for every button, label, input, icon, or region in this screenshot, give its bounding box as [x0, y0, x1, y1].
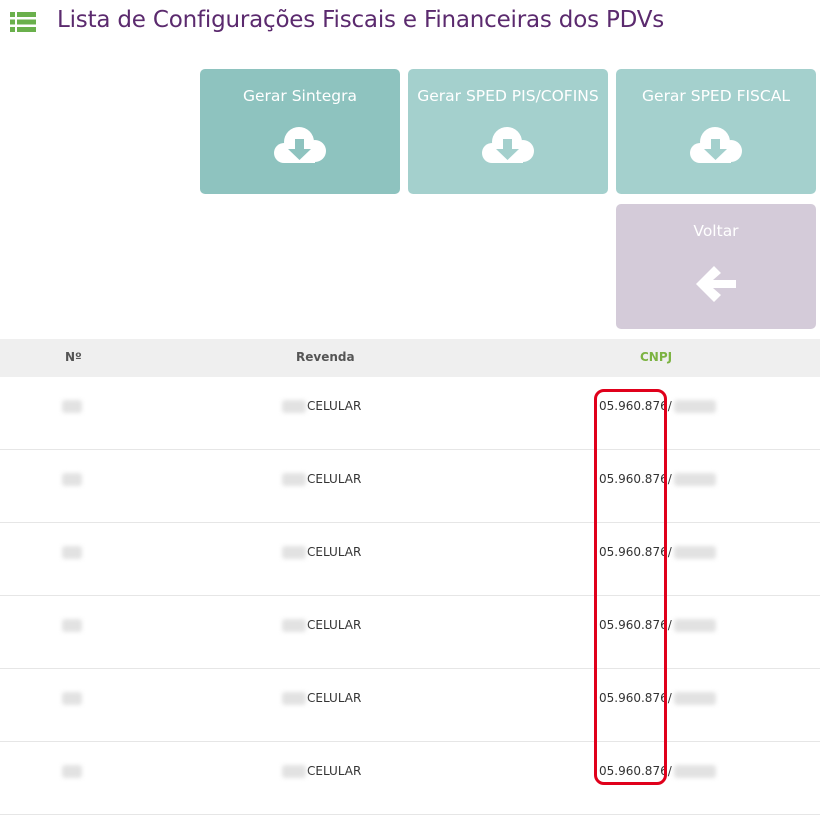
- column-header-revenda[interactable]: Revenda: [296, 350, 355, 364]
- revenda-text: CELULAR: [307, 472, 362, 486]
- generate-sped-pis-cofins-button[interactable]: Gerar SPED PIS/COFINS: [408, 69, 608, 194]
- revenda-cell: CELULAR: [282, 545, 361, 559]
- generate-sped-fiscal-button[interactable]: Gerar SPED FISCAL: [616, 69, 816, 194]
- table-row[interactable]: CELULAR 05.960.876/: [0, 450, 820, 523]
- button-label: Gerar SPED PIS/COFINS: [417, 87, 599, 105]
- table-header: Nº Revenda CNPJ: [0, 339, 820, 377]
- generate-sintegra-button[interactable]: Gerar Sintegra: [200, 69, 400, 194]
- cnpj-text: 05.960.876/: [599, 618, 672, 632]
- redacted-value: [282, 765, 306, 778]
- redacted-value: [282, 473, 306, 486]
- table-body: CELULAR 05.960.876/CELULAR 05.960.876/CELU…: [0, 377, 820, 815]
- revenda-text: CELULAR: [307, 691, 362, 705]
- revenda-cell: CELULAR: [282, 691, 361, 705]
- cnpj-text: 05.960.876/: [599, 691, 672, 705]
- redacted-value: [282, 619, 306, 632]
- cloud-download-icon: [482, 127, 534, 163]
- redacted-value: [282, 692, 306, 705]
- back-button[interactable]: Voltar: [616, 204, 816, 329]
- row-number: [62, 691, 82, 705]
- redacted-value: [673, 546, 716, 559]
- cnpj-text: 05.960.876/: [599, 472, 672, 486]
- redacted-value: [62, 619, 82, 632]
- redacted-value: [62, 400, 82, 413]
- redacted-value: [282, 400, 306, 413]
- redacted-value: [62, 546, 82, 559]
- revenda-cell: CELULAR: [282, 618, 361, 632]
- page-title: Lista de Configurações Fiscais e Finance…: [57, 7, 665, 33]
- cnpj-cell: 05.960.876/: [599, 399, 716, 413]
- revenda-text: CELULAR: [307, 399, 362, 413]
- revenda-text: CELULAR: [307, 545, 362, 559]
- cnpj-text: 05.960.876/: [599, 545, 672, 559]
- button-label: Gerar SPED FISCAL: [642, 87, 790, 105]
- redacted-value: [673, 619, 716, 632]
- redacted-value: [673, 473, 716, 486]
- revenda-text: CELULAR: [307, 764, 362, 778]
- pdv-config-table: Nº Revenda CNPJ CELULAR 05.960.876/CELULA…: [0, 339, 820, 815]
- table-row[interactable]: CELULAR 05.960.876/: [0, 669, 820, 742]
- row-number: [62, 472, 82, 486]
- cnpj-text: 05.960.876/: [599, 399, 672, 413]
- row-number: [62, 764, 82, 778]
- revenda-cell: CELULAR: [282, 472, 361, 486]
- revenda-cell: CELULAR: [282, 399, 361, 413]
- revenda-text: CELULAR: [307, 618, 362, 632]
- table-row[interactable]: CELULAR 05.960.876/: [0, 523, 820, 596]
- arrow-left-icon: [696, 266, 736, 302]
- cnpj-cell: 05.960.876/: [599, 545, 716, 559]
- table-row[interactable]: CELULAR 05.960.876/: [0, 596, 820, 669]
- cloud-download-icon: [690, 127, 742, 163]
- row-number: [62, 618, 82, 632]
- cnpj-cell: 05.960.876/: [599, 691, 716, 705]
- column-header-num[interactable]: Nº: [65, 350, 82, 364]
- redacted-value: [673, 400, 716, 413]
- row-number: [62, 545, 82, 559]
- redacted-value: [62, 473, 82, 486]
- page-header: Lista de Configurações Fiscais e Finance…: [0, 0, 820, 50]
- redacted-value: [673, 692, 716, 705]
- redacted-value: [673, 765, 716, 778]
- button-label: Gerar Sintegra: [242, 87, 357, 105]
- cnpj-cell: 05.960.876/: [599, 472, 716, 486]
- redacted-value: [282, 546, 306, 559]
- column-header-cnpj[interactable]: CNPJ: [640, 350, 672, 364]
- cnpj-text: 05.960.876/: [599, 764, 672, 778]
- table-row[interactable]: CELULAR 05.960.876/: [0, 742, 820, 815]
- redacted-value: [62, 692, 82, 705]
- cloud-download-icon: [274, 127, 326, 163]
- row-number: [62, 399, 82, 413]
- table-row[interactable]: CELULAR 05.960.876/: [0, 377, 820, 450]
- list-icon: [10, 12, 36, 32]
- redacted-value: [62, 765, 82, 778]
- button-label: Voltar: [693, 222, 739, 240]
- revenda-cell: CELULAR: [282, 764, 361, 778]
- cnpj-cell: 05.960.876/: [599, 764, 716, 778]
- cnpj-cell: 05.960.876/: [599, 618, 716, 632]
